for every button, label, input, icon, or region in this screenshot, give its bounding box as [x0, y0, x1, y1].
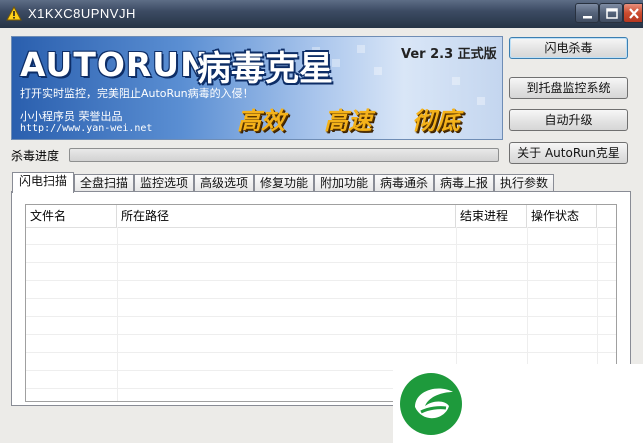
scan-progress-bar — [69, 148, 499, 162]
flash-scan-button[interactable]: 闪电杀毒 — [509, 37, 628, 59]
minimize-icon — [583, 16, 592, 19]
column-end-process[interactable]: 结束进程 — [456, 205, 527, 227]
banner-website: http://www.yan-wei.net — [20, 123, 153, 134]
banner-author: 小小程序员 荣誉出品 — [20, 110, 123, 123]
close-button[interactable] — [623, 3, 643, 23]
column-filename[interactable]: 文件名 — [26, 205, 117, 227]
column-path[interactable]: 所在路径 — [117, 205, 456, 227]
tab-exec-params[interactable]: 执行参数 — [494, 174, 554, 192]
about-button[interactable]: 关于 AutoRun克星 — [509, 142, 628, 164]
window-title: X1KXC8UPNVJH — [28, 6, 136, 21]
banner-slogan: 打开实时监控，完美阻止AutoRun病毒的入侵！ — [20, 87, 254, 100]
banner-decoration — [477, 97, 485, 105]
table-row — [26, 299, 616, 317]
tab-flash-scan[interactable]: 闪电扫描 — [12, 172, 74, 193]
close-icon — [629, 8, 639, 19]
auto-upgrade-button[interactable]: 自动升级 — [509, 109, 628, 131]
tab-virus-kill[interactable]: 病毒通杀 — [374, 174, 434, 192]
feature-thorough: 彻底 — [412, 107, 460, 135]
table-row — [26, 227, 616, 245]
tab-extras[interactable]: 附加功能 — [314, 174, 374, 192]
version-label: Ver 2.3 正式版 — [401, 47, 497, 62]
brand-leaf-logo-icon — [400, 373, 462, 435]
table-row — [26, 245, 616, 263]
banner-decoration — [357, 45, 365, 53]
brand-watermark — [393, 364, 643, 443]
tab-monitor-options[interactable]: 监控选项 — [134, 174, 194, 192]
banner-decoration — [332, 59, 340, 67]
minimize-button[interactable] — [575, 3, 599, 23]
list-header: 文件名 所在路径 结束进程 操作状态 — [26, 205, 616, 228]
banner: AUTORUN 病毒克星 Ver 2.3 正式版 打开实时监控，完美阻止Auto… — [11, 36, 503, 140]
main-window: X1KXC8UPNVJH AUTORUN 病毒克星 Ver 2.3 正式版 打开… — [0, 0, 643, 443]
progress-label: 杀毒进度 — [11, 149, 60, 163]
banner-decoration — [452, 77, 460, 85]
tab-repair[interactable]: 修复功能 — [254, 174, 314, 192]
app-icon — [6, 6, 22, 21]
title-bar[interactable]: X1KXC8UPNVJH — [0, 0, 643, 28]
feature-efficient: 高效 — [237, 107, 285, 135]
banner-title: 病毒克星 — [197, 49, 333, 89]
tray-monitor-button[interactable]: 到托盘监控系统 — [509, 77, 628, 99]
table-row — [26, 335, 616, 353]
column-status[interactable]: 操作状态 — [527, 205, 597, 227]
tab-advanced-options[interactable]: 高级选项 — [194, 174, 254, 192]
maximize-icon — [606, 8, 618, 19]
table-row — [26, 263, 616, 281]
banner-decoration — [374, 67, 382, 75]
table-row — [26, 317, 616, 335]
banner-logo: AUTORUN — [20, 45, 209, 84]
feature-fast: 高速 — [324, 107, 372, 135]
tab-full-scan[interactable]: 全盘扫描 — [74, 174, 134, 192]
tab-virus-report[interactable]: 病毒上报 — [434, 174, 494, 192]
maximize-button[interactable] — [599, 3, 623, 23]
table-row — [26, 281, 616, 299]
